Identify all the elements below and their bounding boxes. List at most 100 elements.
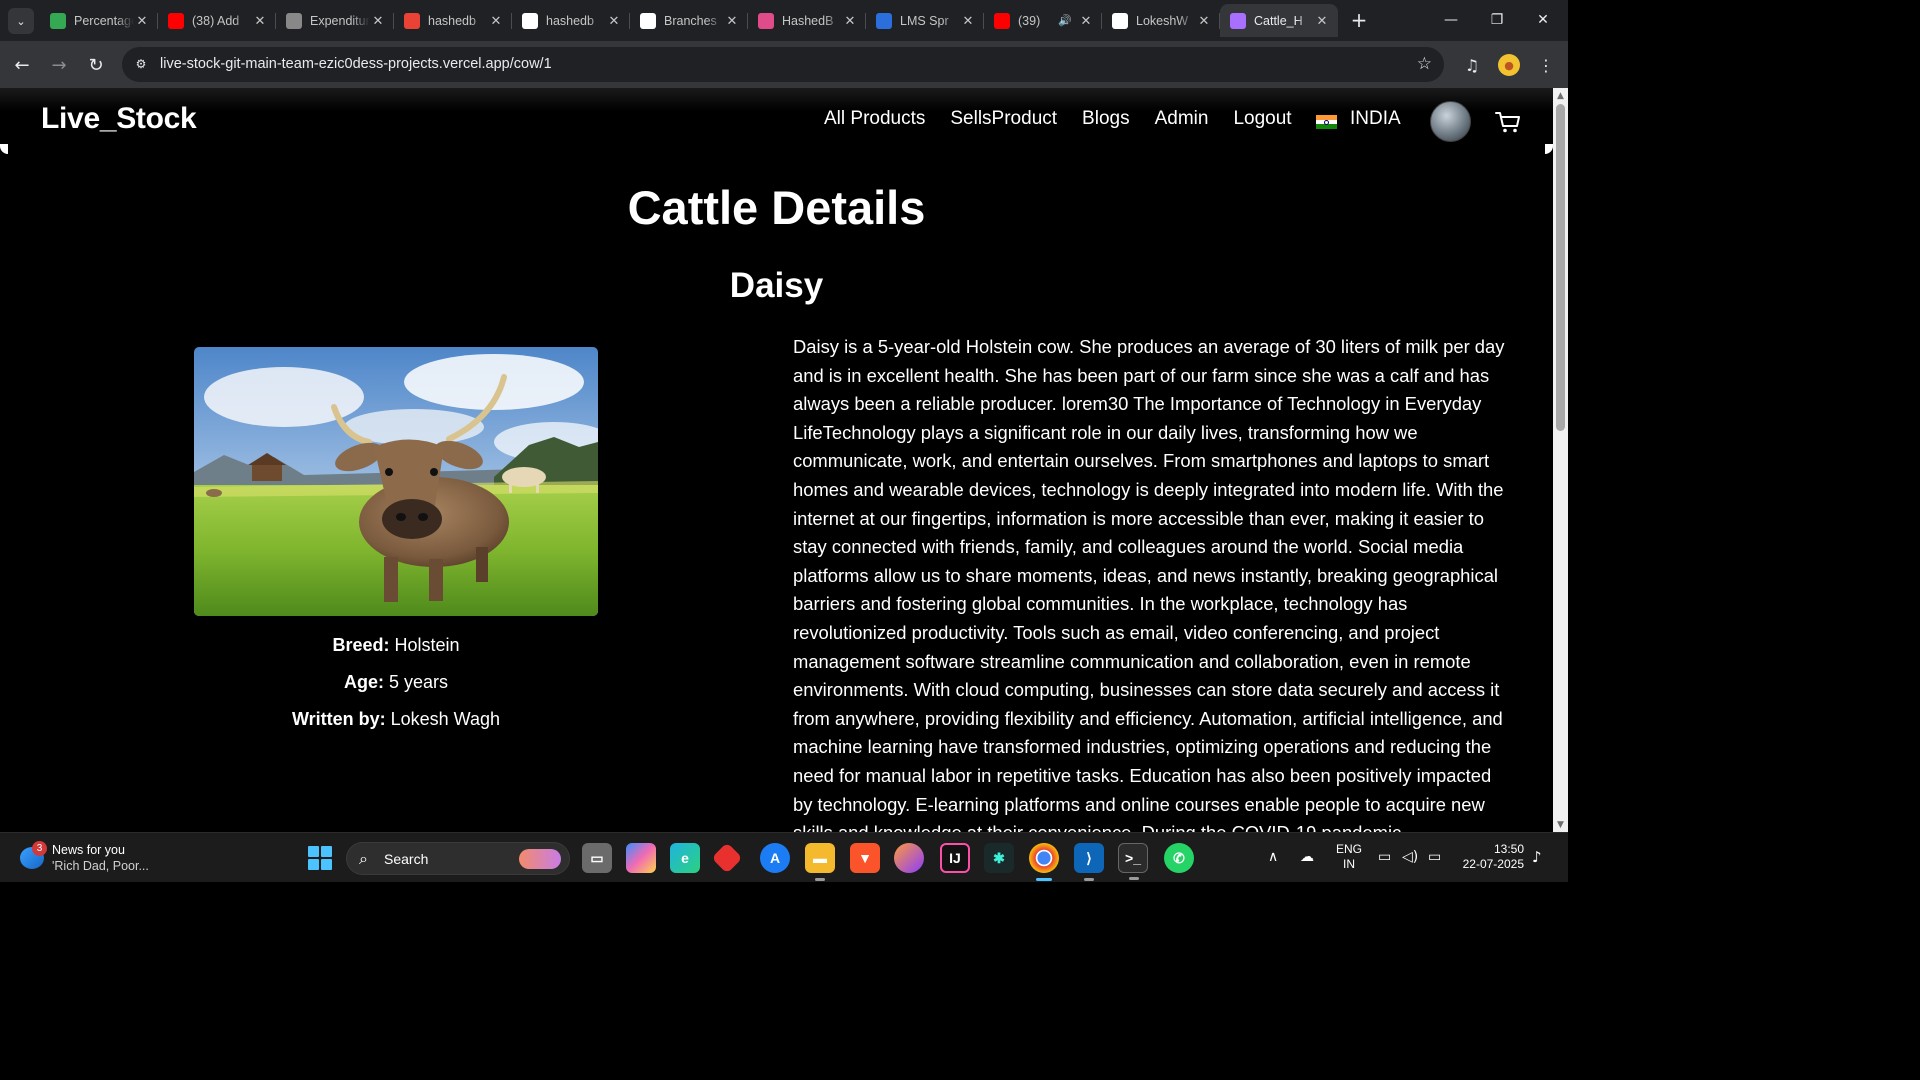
vscode-icon[interactable]: ⟩ [1074,843,1104,881]
page-title: Cattle Details [627,181,926,234]
browser-tab[interactable]: Cattle_H ✕ [1220,4,1338,37]
browser-tab[interactable]: (39) 🔊 ✕ [984,4,1102,37]
browser-tab[interactable]: Percentage ✕ [40,4,158,37]
tab-title: hashedb [428,13,476,28]
close-window-button[interactable]: ✕ [1520,0,1566,40]
tab-close-icon[interactable]: ✕ [1196,13,1212,29]
browser-tab[interactable]: Expenditure✕ [276,4,394,37]
browser-menu-icon[interactable]: ⋮ [1532,51,1560,79]
profile-avatar-icon: ● [1498,54,1520,76]
site-logo[interactable]: Live_Stock [41,102,197,136]
browser-tab[interactable]: hashedb ✕ [394,4,512,37]
notification-bell-icon[interactable]: ♪ [1532,848,1542,866]
browser-tab[interactable]: hashedb ✕ [512,4,630,37]
onedrive-icon[interactable]: ☁ [1300,849,1314,865]
cattle-description: Daisy is a 5-year-old Holstein cow. She … [793,336,1505,832]
battery-icon[interactable]: ▭ [1428,849,1441,865]
system-clock[interactable]: 13:50 22-07-2025 [1460,842,1524,872]
tab-close-icon[interactable]: ✕ [724,13,740,29]
intellij-icon[interactable]: IJ [940,843,970,873]
tab-close-icon[interactable]: ✕ [1078,13,1094,29]
breed-value: Holstein [394,635,460,655]
taskbar-search-box[interactable]: ⌕ Search [346,842,570,875]
browser-tab[interactable]: (38) Add ✕ [158,4,276,37]
news-widget-title[interactable]: News for you [52,843,125,857]
profile-button[interactable]: ● [1495,51,1523,79]
site-info-icon[interactable]: ⚙ [132,55,150,73]
network-icon[interactable]: ▭ [1378,849,1391,865]
age-label: Age: [343,672,384,692]
new-tab-button[interactable]: + [1348,8,1370,32]
volume-icon[interactable]: ◁) [1402,849,1418,865]
github-icon [1112,12,1128,29]
nav-logout[interactable]: Logout [1233,108,1291,130]
bookmark-star-icon[interactable]: ☆ [1417,54,1432,74]
tab-close-icon[interactable]: ✕ [960,13,976,29]
cart-icon[interactable] [1495,110,1521,134]
author-value: Lokesh Wagh [390,709,501,729]
browser-tab[interactable]: HashedB ✕ [748,4,866,37]
tab-title: Cattle_H [1254,13,1303,28]
language-indicator[interactable]: ENG IN [1336,842,1362,872]
tab-close-icon[interactable]: ✕ [1314,13,1330,29]
address-bar[interactable]: ⚙ live-stock-git-main-team-ezic0dess-pro… [122,47,1444,82]
news-widget-headline[interactable]: 'Rich Dad, Poor... [52,859,149,873]
openai-icon [286,12,302,29]
task-view-icon[interactable]: ▭ [582,843,612,873]
tab-close-icon[interactable]: ✕ [252,13,268,29]
whatsapp-icon[interactable]: ✆ [1164,843,1194,873]
nav-blogs[interactable]: Blogs [1082,108,1130,130]
tab-title: HashedB [782,13,834,28]
nav-all-products[interactable]: All Products [824,108,925,130]
tab-title: LMS Spr [900,13,949,28]
edge-icon[interactable]: e [670,843,700,873]
git-kraken-icon[interactable] [711,842,743,874]
firefox-icon[interactable] [894,843,924,873]
gmail-icon [404,12,420,29]
chrome-icon[interactable] [1029,843,1059,881]
age-value: 5 years [388,672,449,692]
nav-admin[interactable]: Admin [1155,108,1209,130]
tab-close-icon[interactable]: ✕ [134,13,150,29]
browser-tab[interactable]: Branches ✕ [630,4,748,37]
media-controls-icon[interactable]: ♫ [1458,51,1486,79]
file-explorer-icon[interactable]: ▬ [805,843,835,881]
tab-close-icon[interactable]: ✕ [370,13,386,29]
breed-row: Breed: Holstein [194,635,598,656]
back-button[interactable]: ← [8,51,36,79]
restore-button[interactable]: ❐ [1474,0,1520,40]
site-navbar: Live_Stock All Products SellsProduct Blo… [0,88,1553,154]
country-selector[interactable]: INDIA [1350,108,1401,130]
author-label: Written by: [291,709,386,729]
minimize-button[interactable]: — [1428,0,1474,40]
india-flag-icon[interactable] [1316,115,1337,129]
tab-close-icon[interactable]: ✕ [606,13,622,29]
scrollbar-thumb[interactable] [1556,104,1565,431]
brave-icon[interactable]: ▼ [850,843,880,873]
tab-search-button[interactable]: ⌄ [8,8,34,34]
nav-sells-product[interactable]: SellsProduct [950,108,1057,130]
scroll-down-arrow-icon[interactable]: ▼ [1556,820,1565,830]
terminal-icon[interactable]: >_ [1118,843,1148,880]
page-scrollbar[interactable]: ▲ ▼ [1553,88,1568,832]
tab-title: LokeshW [1136,13,1189,28]
browser-toolbar: ← → ↻ ⚙ live-stock-git-main-team-ezic0de… [0,41,1568,88]
reload-button[interactable]: ↻ [82,51,110,79]
user-avatar[interactable] [1430,101,1471,142]
forward-button[interactable]: → [45,51,73,79]
start-menu-icon[interactable] [308,846,332,870]
scroll-up-arrow-icon[interactable]: ▲ [1556,91,1565,101]
cursor-app-icon[interactable]: ✱ [984,843,1014,873]
browser-tab[interactable]: LokeshW ✕ [1102,4,1220,37]
tab-close-icon[interactable]: ✕ [488,13,504,29]
tab-audio-icon[interactable]: 🔊 [1058,14,1072,27]
browser-tab[interactable]: LMS Spr ✕ [866,4,984,37]
tab-close-icon[interactable]: ✕ [842,13,858,29]
tab-list: Percentage✕(38) Add✕Expenditure✕ hashedb ✕… [40,4,1338,37]
tray-overflow-icon[interactable]: ∧ [1268,849,1278,865]
region-code: IN [1343,857,1355,871]
app-store-icon[interactable]: A [760,843,790,873]
copilot-icon[interactable] [626,843,656,873]
url-text[interactable]: live-stock-git-main-team-ezic0dess-proje… [160,56,552,72]
author-row: Written by: Lokesh Wagh [194,709,598,730]
